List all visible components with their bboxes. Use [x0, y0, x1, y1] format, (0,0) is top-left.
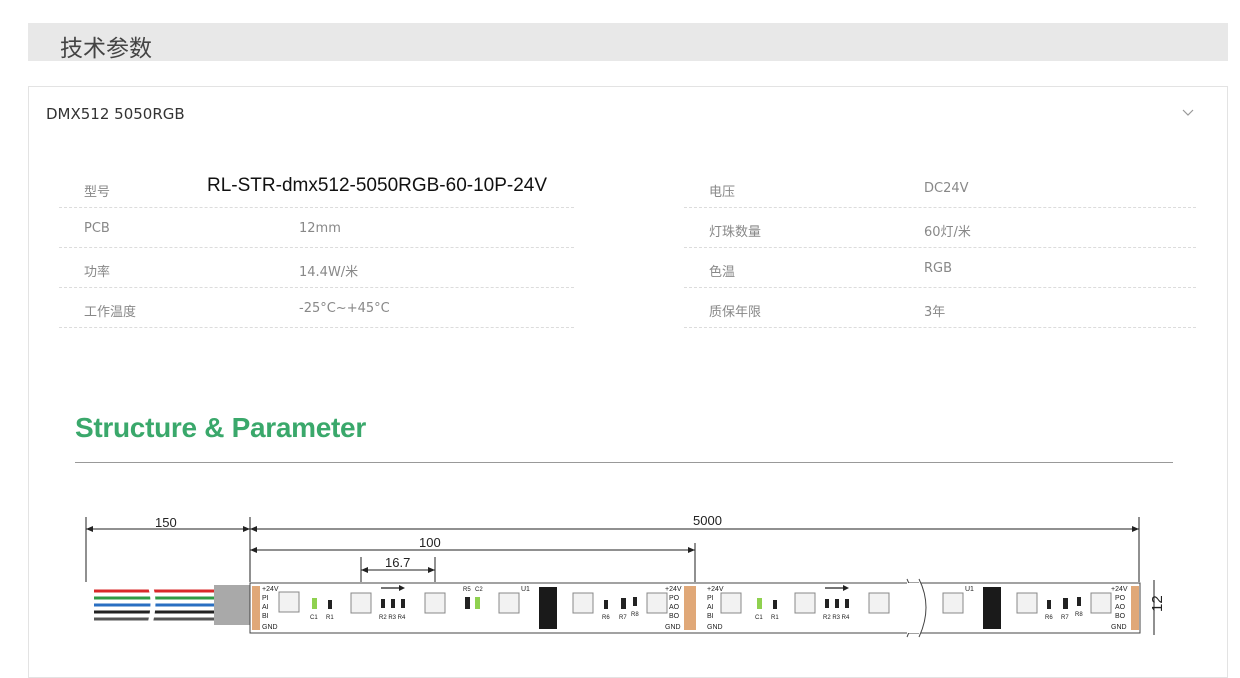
svg-text:R1: R1 [771, 615, 779, 621]
svg-text:R6: R6 [1045, 615, 1053, 621]
spec-row-led-count: 灯珠数量 60灯/米 [684, 209, 1196, 248]
structure-title: Structure & Parameter [75, 412, 366, 443]
spec-value: -25°C~+45°C [299, 301, 390, 316]
svg-text:R2 R3 R4: R2 R3 R4 [823, 615, 850, 621]
svg-text:AI: AI [707, 604, 714, 611]
spec-row-color: 色温 RGB [684, 249, 1196, 288]
spec-label: 色温 [709, 265, 736, 280]
spec-row-model: 型号 RL-STR-dmx512-5050RGB-60-10P-24V [59, 169, 574, 208]
structure-divider [75, 462, 1173, 463]
svg-text:PO: PO [669, 595, 680, 602]
dim-segment-label: 100 [419, 535, 441, 550]
spec-value: 12mm [299, 221, 341, 236]
spec-value: 14.4W/米 [299, 265, 359, 280]
spec-value: 3年 [924, 305, 946, 320]
svg-text:GND: GND [1111, 624, 1127, 631]
spec-column-right: 电压 DC24V 灯珠数量 60灯/米 色温 RGB 质保年限 3年 [684, 169, 1196, 329]
svg-text:AO: AO [669, 604, 680, 611]
svg-text:R1: R1 [326, 615, 334, 621]
spec-row-pcb: PCB 12mm [59, 209, 574, 248]
svg-text:PI: PI [262, 595, 269, 602]
svg-text:PI: PI [707, 595, 714, 602]
dim-width-label: 12 [1149, 595, 1166, 612]
svg-text:BO: BO [1115, 613, 1126, 620]
spec-value: RGB [924, 261, 953, 276]
spec-label: 电压 [709, 185, 736, 200]
svg-text:BI: BI [262, 613, 269, 620]
u1-label: U1 [521, 586, 530, 593]
section-header: 技术参数 [28, 23, 1228, 62]
dim-pitch-label: 16.7 [385, 555, 410, 570]
svg-text:AI: AI [262, 604, 269, 611]
spec-panel: DMX512 5050RGB 型号 RL-STR-dmx512-5050RGB-… [28, 86, 1228, 678]
dim-lead-label: 150 [155, 515, 177, 530]
svg-text:R7: R7 [1061, 615, 1069, 621]
spec-row-power: 功率 14.4W/米 [59, 249, 574, 288]
svg-text:R5: R5 [463, 587, 471, 593]
svg-text:R8: R8 [631, 612, 639, 618]
spec-label: 功率 [84, 265, 111, 280]
panel-title[interactable]: DMX512 5050RGB [46, 105, 185, 123]
svg-text:BO: BO [669, 613, 680, 620]
spec-row-warranty: 质保年限 3年 [684, 289, 1196, 328]
spec-row-temperature: 工作温度 -25°C~+45°C [59, 289, 574, 328]
svg-text:PO: PO [1115, 595, 1126, 602]
spec-label: 工作温度 [84, 305, 137, 320]
spec-label: 灯珠数量 [709, 225, 762, 240]
chevron-down-icon[interactable] [1181, 105, 1195, 119]
svg-text:GND: GND [262, 624, 278, 631]
svg-text:+24V: +24V [707, 586, 724, 593]
section-title: 技术参数 [60, 36, 152, 62]
u1-label: U1 [965, 586, 974, 593]
spec-value: 60灯/米 [924, 225, 971, 240]
svg-text:C2: C2 [475, 587, 483, 593]
dim-total-label: 5000 [693, 513, 722, 528]
svg-text:+24V: +24V [262, 586, 279, 593]
spec-column-left: 型号 RL-STR-dmx512-5050RGB-60-10P-24V PCB … [59, 169, 574, 329]
svg-text:R6: R6 [602, 615, 610, 621]
svg-text:GND: GND [707, 624, 723, 631]
svg-text:R2 R3 R4: R2 R3 R4 [379, 615, 406, 621]
svg-text:BI: BI [707, 613, 714, 620]
svg-text:C1: C1 [755, 615, 763, 621]
spec-label: 型号 [84, 185, 111, 200]
svg-text:AO: AO [1115, 604, 1126, 611]
svg-text:GND: GND [665, 624, 681, 631]
svg-text:R7: R7 [619, 615, 627, 621]
lead-wires [94, 589, 219, 621]
svg-text:R8: R8 [1075, 612, 1083, 618]
spec-value: RL-STR-dmx512-5050RGB-60-10P-24V [207, 175, 548, 196]
spec-value: DC24V [924, 181, 969, 196]
svg-text:+24V: +24V [1111, 586, 1128, 593]
spec-label: PCB [84, 221, 110, 236]
spec-row-voltage: 电压 DC24V [684, 169, 1196, 208]
led-strip-diagram: 150 5000 100 16.7 12 +24V PI AI BI GND +… [85, 513, 1166, 638]
svg-text:+24V: +24V [665, 586, 682, 593]
spec-label: 质保年限 [709, 305, 762, 320]
svg-text:C1: C1 [310, 615, 318, 621]
